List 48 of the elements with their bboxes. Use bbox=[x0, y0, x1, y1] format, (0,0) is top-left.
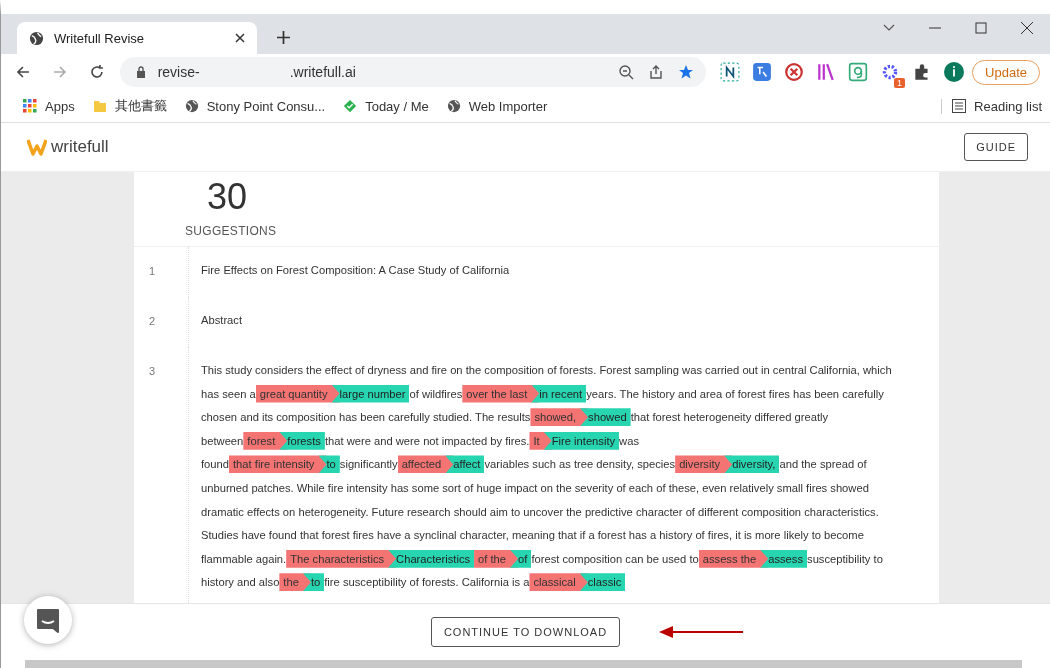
star-icon[interactable] bbox=[678, 64, 695, 80]
profile-avatar[interactable] bbox=[944, 62, 965, 82]
bookmark-item[interactable]: Today / Me bbox=[343, 98, 429, 114]
address-field[interactable]: revise- .writefull.ai bbox=[119, 57, 707, 87]
guide-button[interactable]: GUIDE bbox=[964, 133, 1028, 161]
bookmark-item[interactable]: Web Importer bbox=[446, 98, 548, 114]
paragraph-text: This study considers the effect of dryness and fire on the composition of forests. Forest sampling was carried out in central California, which has seen a great quantity large number of wildfires over the last in recent years. The history and area of forest fires has been carefully chosen and its composition has been carefully studied. The results showed, showed that forest heterogeneity differed greatly between forest forests that were and were not impacted by fires. It Fire intensity was found that fire intensity to significantly affected affect variables such as tree density, species diversity diversity, and the spread of unburned patches. While fire intensity has some sort of huge impact on the severity of each of these, even relatively small fires showed dramatic effects on heterogeneity. Future research should aim to uncover the predictive character of different composition characteristics. Studies have found that forest fires have a synclinal character, meaning that if a forest has a history of fires, it is more likely to become flammable again. The characteristics Characteristics of the of forest composition can be used to assess the assess susceptibility to history and also the to fire susceptibility of forests. California is a classical classic bbox=[189, 347, 939, 603]
close-icon[interactable] bbox=[235, 33, 245, 43]
url-text: .writefull.ai bbox=[289, 64, 356, 80]
list-icon bbox=[952, 99, 967, 113]
logo-text: writefull bbox=[51, 137, 109, 157]
bookmark-item[interactable]: 其他書籤 bbox=[92, 97, 167, 115]
reading-list-item[interactable]: Reading list bbox=[941, 98, 1042, 114]
paragraph-text: Fire Effects on Forest Composition: A Case Study of California bbox=[200, 263, 511, 278]
close-icon[interactable] bbox=[1021, 22, 1033, 34]
globe-icon bbox=[446, 99, 461, 113]
suggestion-count: 30 bbox=[206, 176, 249, 218]
translate-icon[interactable] bbox=[752, 62, 773, 82]
line-number: 3 bbox=[134, 347, 189, 603]
bookmark-item[interactable]: Stony Point Consu... bbox=[184, 98, 326, 114]
paragraph-text: Abstract bbox=[200, 313, 244, 328]
suggestion-label: SUGGESTIONS bbox=[185, 224, 278, 238]
diamond-icon bbox=[343, 99, 358, 113]
tab-title: Writefull Revise bbox=[54, 30, 146, 46]
grammar-icon[interactable] bbox=[848, 62, 869, 82]
globe-icon bbox=[184, 99, 199, 113]
folder-icon bbox=[92, 99, 107, 113]
line-number: 2 bbox=[134, 297, 189, 347]
continue-button[interactable]: CONTINUE TO DOWNLOAD bbox=[430, 617, 621, 647]
browser-tab[interactable]: Writefull Revise bbox=[17, 22, 257, 54]
back-icon[interactable] bbox=[15, 64, 31, 80]
zoom-out-icon[interactable] bbox=[618, 64, 635, 80]
bookmark-item[interactable]: Apps bbox=[23, 98, 75, 114]
extension-icon[interactable] bbox=[720, 62, 741, 82]
blocked-icon[interactable] bbox=[784, 62, 805, 82]
share-icon[interactable] bbox=[648, 64, 665, 80]
lock-icon bbox=[135, 66, 146, 78]
maximize-icon[interactable] bbox=[975, 22, 987, 34]
url-text: revise- bbox=[157, 64, 200, 80]
notification-badge: 1 bbox=[894, 78, 906, 88]
line-number: 1 bbox=[134, 247, 189, 297]
globe-icon bbox=[29, 30, 44, 46]
new-tab-icon[interactable] bbox=[277, 31, 290, 44]
logo-icon bbox=[27, 138, 47, 156]
update-button[interactable]: Update bbox=[972, 59, 1040, 85]
apps-grid-icon bbox=[23, 99, 37, 113]
reload-icon[interactable] bbox=[88, 64, 105, 80]
horizontal-scrollbar[interactable] bbox=[25, 660, 1022, 668]
